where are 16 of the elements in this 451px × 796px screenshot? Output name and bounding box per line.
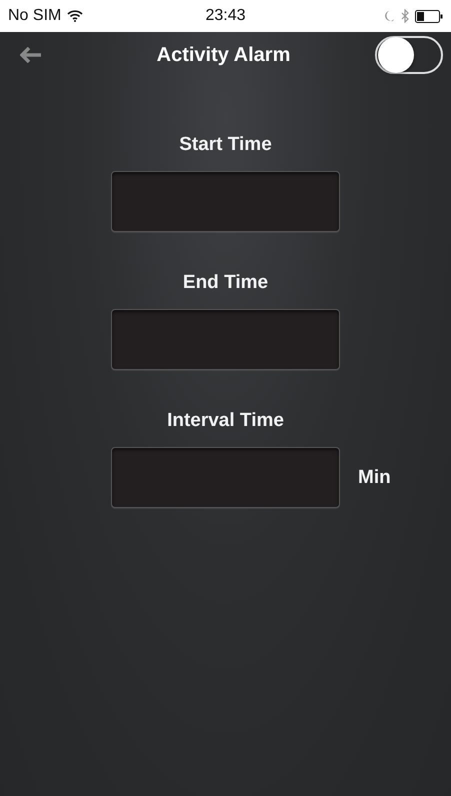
carrier-text: No SIM [8, 7, 62, 25]
screen-title: Activity Alarm [156, 44, 292, 66]
field-label: Interval Time [167, 410, 284, 432]
alarm-toggle[interactable] [375, 36, 443, 74]
clock-text: 23:43 [205, 7, 246, 25]
unit-label: Min [358, 466, 391, 488]
time-input-field[interactable] [111, 171, 340, 232]
time-input-field[interactable] [111, 309, 340, 370]
bluetooth-icon [401, 9, 410, 23]
wifi-icon [67, 10, 84, 22]
field-label: Start Time [179, 134, 272, 156]
moon-icon [385, 10, 396, 22]
field-label: End Time [182, 272, 268, 294]
battery-icon [415, 10, 444, 22]
back-arrow-icon[interactable] [20, 47, 42, 63]
time-input-field[interactable] [111, 447, 340, 508]
